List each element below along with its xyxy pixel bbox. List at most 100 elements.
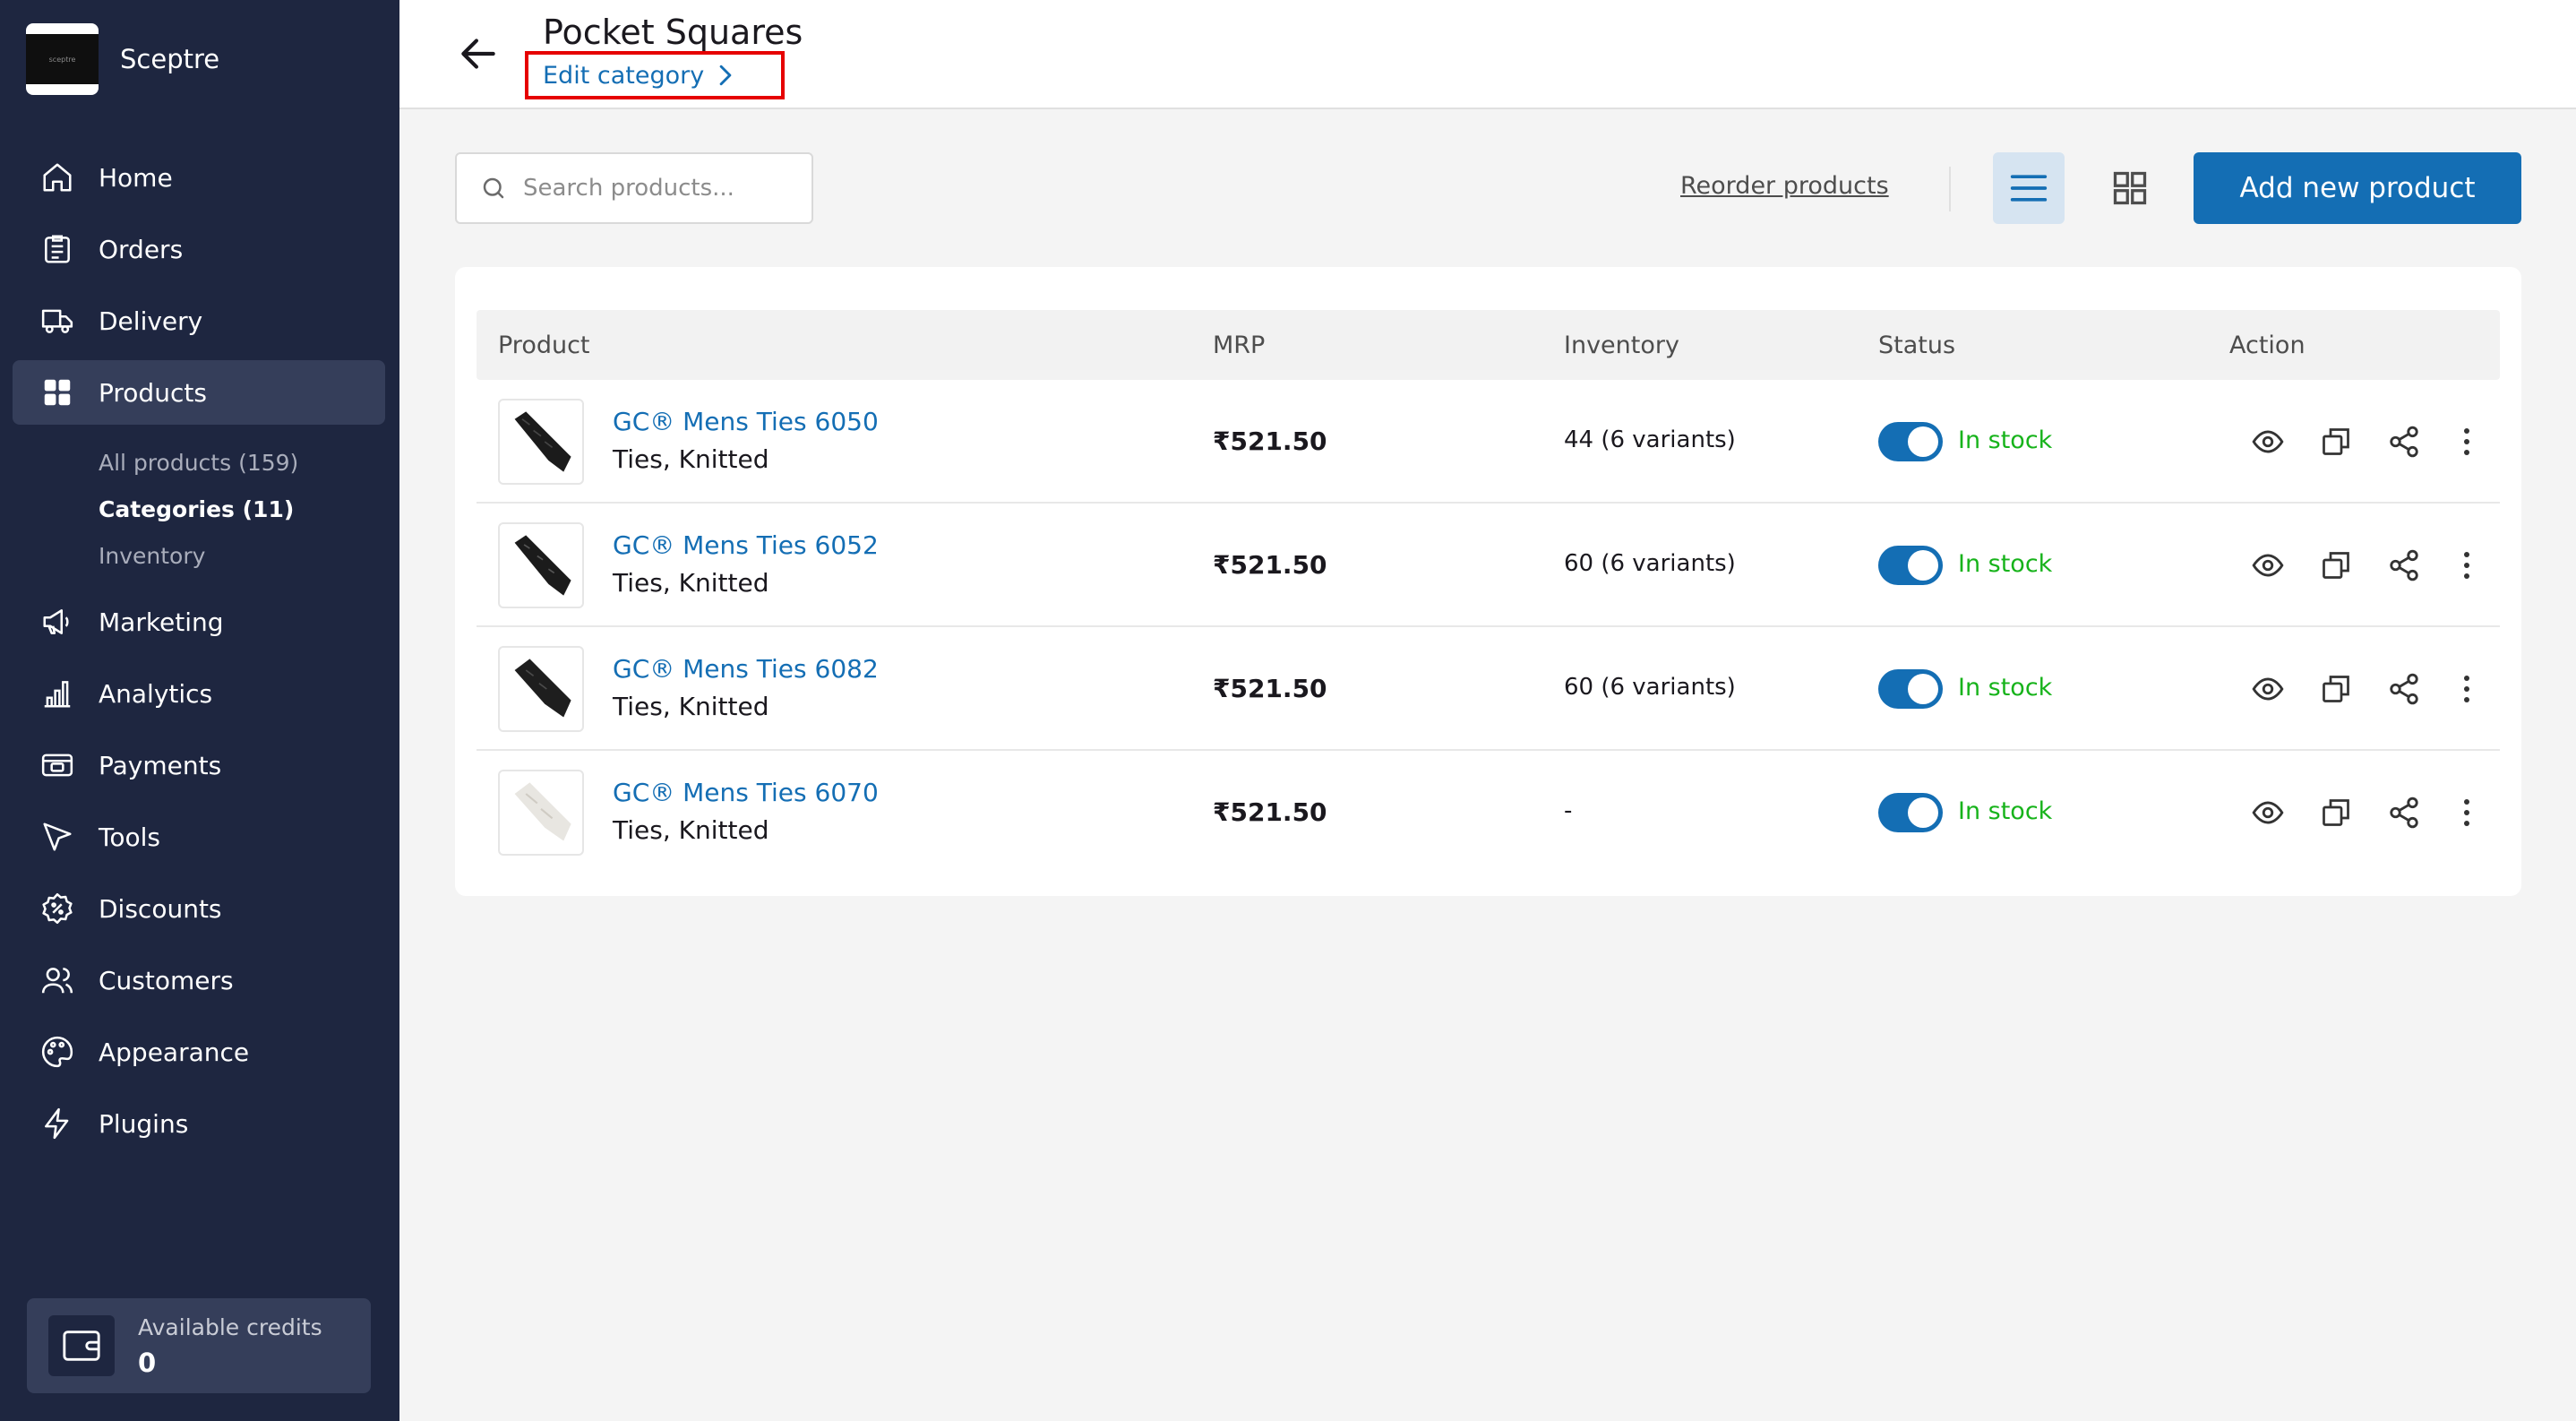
- stock-toggle[interactable]: [1878, 669, 1943, 709]
- share-icon[interactable]: [2384, 422, 2424, 461]
- sidebar-item-label: Payments: [99, 750, 222, 780]
- view-icon[interactable]: [2248, 793, 2288, 832]
- product-mrp: ₹521.50: [1213, 550, 1327, 580]
- table-row[interactable]: GC® Mens Ties 6052 Ties, Knitted ₹521.50…: [477, 504, 2500, 627]
- sidebar-subitem-all-products[interactable]: All products (159): [99, 450, 298, 476]
- sidebar-item-label: Marketing: [99, 607, 224, 637]
- more-options-icon[interactable]: [2447, 793, 2486, 832]
- sidebar-item-discounts[interactable]: Discounts: [13, 876, 385, 941]
- view-icon[interactable]: [2248, 669, 2288, 709]
- table-row[interactable]: GC® Mens Ties 6082 Ties, Knitted ₹521.50…: [477, 627, 2500, 751]
- credits-value: 0: [138, 1347, 157, 1378]
- bar-chart-icon: [39, 676, 75, 711]
- share-icon[interactable]: [2384, 793, 2424, 832]
- back-button[interactable]: [453, 29, 503, 79]
- product-mrp: ₹521.50: [1213, 426, 1327, 456]
- sidebar-item-label: Home: [99, 162, 173, 193]
- more-options-icon[interactable]: [2447, 669, 2486, 709]
- column-header-action: Action: [2229, 332, 2306, 359]
- more-options-icon[interactable]: [2447, 546, 2486, 585]
- status-badge: In stock: [1958, 674, 2053, 702]
- sidebar-item-label: Appearance: [99, 1037, 250, 1067]
- sidebar-item-plugins[interactable]: Plugins: [13, 1091, 385, 1156]
- duplicate-icon[interactable]: [2316, 422, 2356, 461]
- sidebar: sceptre Sceptre Home Orders Delivery Pro…: [0, 0, 399, 1421]
- share-icon[interactable]: [2384, 546, 2424, 585]
- list-icon: [2010, 175, 2048, 202]
- toolbar-divider: [1949, 167, 1951, 211]
- product-name-link[interactable]: GC® Mens Ties 6050: [613, 407, 879, 436]
- product-thumbnail[interactable]: [498, 770, 584, 856]
- sidebar-item-delivery[interactable]: Delivery: [13, 289, 385, 353]
- list-view-button[interactable]: [1993, 152, 2065, 224]
- duplicate-icon[interactable]: [2316, 793, 2356, 832]
- view-icon[interactable]: [2248, 546, 2288, 585]
- product-mrp: ₹521.50: [1213, 797, 1327, 827]
- duplicate-icon[interactable]: [2316, 546, 2356, 585]
- status-badge: In stock: [1958, 550, 2053, 578]
- column-header-product: Product: [498, 332, 590, 359]
- product-inventory: -: [1564, 797, 1573, 824]
- products-table-card: Product MRP Inventory Status Action GC® …: [455, 267, 2521, 896]
- search-box[interactable]: [455, 152, 813, 224]
- wallet-icon: [48, 1315, 115, 1376]
- palette-icon: [39, 1034, 75, 1070]
- share-icon[interactable]: [2384, 669, 2424, 709]
- search-icon: [483, 177, 504, 199]
- table-row[interactable]: GC® Mens Ties 6070 Ties, Knitted ₹521.50…: [477, 751, 2500, 874]
- product-category: Ties, Knitted: [613, 568, 769, 598]
- sidebar-item-analytics[interactable]: Analytics: [13, 661, 385, 726]
- sidebar-item-home[interactable]: Home: [13, 145, 385, 210]
- sidebar-item-products[interactable]: Products: [13, 360, 385, 425]
- more-options-icon[interactable]: [2447, 422, 2486, 461]
- sidebar-item-customers[interactable]: Customers: [13, 948, 385, 1012]
- sidebar-item-label: Delivery: [99, 306, 203, 336]
- brand[interactable]: sceptre Sceptre: [26, 23, 219, 95]
- grid-view-button[interactable]: [2094, 152, 2166, 224]
- sidebar-item-label: Customers: [99, 965, 234, 995]
- table-row[interactable]: GC® Mens Ties 6050 Ties, Knitted ₹521.50…: [477, 380, 2500, 504]
- product-mrp: ₹521.50: [1213, 674, 1327, 703]
- sidebar-item-tools[interactable]: Tools: [13, 805, 385, 869]
- stock-toggle[interactable]: [1878, 422, 1943, 461]
- megaphone-icon: [39, 604, 75, 640]
- sidebar-item-label: Plugins: [99, 1108, 189, 1139]
- sidebar-subitem-inventory[interactable]: Inventory: [99, 543, 205, 569]
- product-thumbnail[interactable]: [498, 522, 584, 608]
- status-badge: In stock: [1958, 426, 2053, 454]
- sidebar-item-payments[interactable]: Payments: [13, 733, 385, 797]
- status-badge: In stock: [1958, 797, 2053, 825]
- available-credits-card[interactable]: Available credits 0: [27, 1298, 371, 1393]
- tie-image-icon: [514, 535, 571, 596]
- product-name-link[interactable]: GC® Mens Ties 6082: [613, 654, 879, 684]
- sidebar-item-label: Analytics: [99, 678, 213, 709]
- home-icon: [39, 159, 75, 195]
- reorder-products-link[interactable]: Reorder products: [1680, 172, 1889, 200]
- tie-image-icon: [514, 659, 571, 718]
- arrow-left-icon: [461, 39, 495, 69]
- product-thumbnail[interactable]: [498, 646, 584, 732]
- duplicate-icon[interactable]: [2316, 669, 2356, 709]
- edit-category-link[interactable]: Edit category: [525, 51, 785, 99]
- add-new-product-button[interactable]: Add new product: [2194, 152, 2521, 224]
- search-input[interactable]: [523, 175, 810, 202]
- discount-badge-icon: [39, 891, 75, 926]
- product-name-link[interactable]: GC® Mens Ties 6052: [613, 530, 879, 560]
- sidebar-item-marketing[interactable]: Marketing: [13, 590, 385, 654]
- users-icon: [39, 962, 75, 998]
- table-header: Product MRP Inventory Status Action: [477, 310, 2500, 380]
- sidebar-item-appearance[interactable]: Appearance: [13, 1020, 385, 1084]
- sidebar-item-orders[interactable]: Orders: [13, 217, 385, 281]
- stock-toggle[interactable]: [1878, 793, 1943, 832]
- product-category: Ties, Knitted: [613, 692, 769, 721]
- view-icon[interactable]: [2248, 422, 2288, 461]
- chevron-right-icon: [719, 65, 732, 86]
- product-name-link[interactable]: GC® Mens Ties 6070: [613, 778, 879, 807]
- column-header-mrp: MRP: [1213, 332, 1266, 359]
- grid-icon: [2113, 171, 2147, 205]
- sidebar-item-label: Products: [99, 377, 207, 408]
- stock-toggle[interactable]: [1878, 546, 1943, 585]
- product-thumbnail[interactable]: [498, 399, 584, 485]
- sidebar-subitem-categories[interactable]: Categories (11): [99, 496, 294, 522]
- edit-category-label: Edit category: [543, 61, 705, 90]
